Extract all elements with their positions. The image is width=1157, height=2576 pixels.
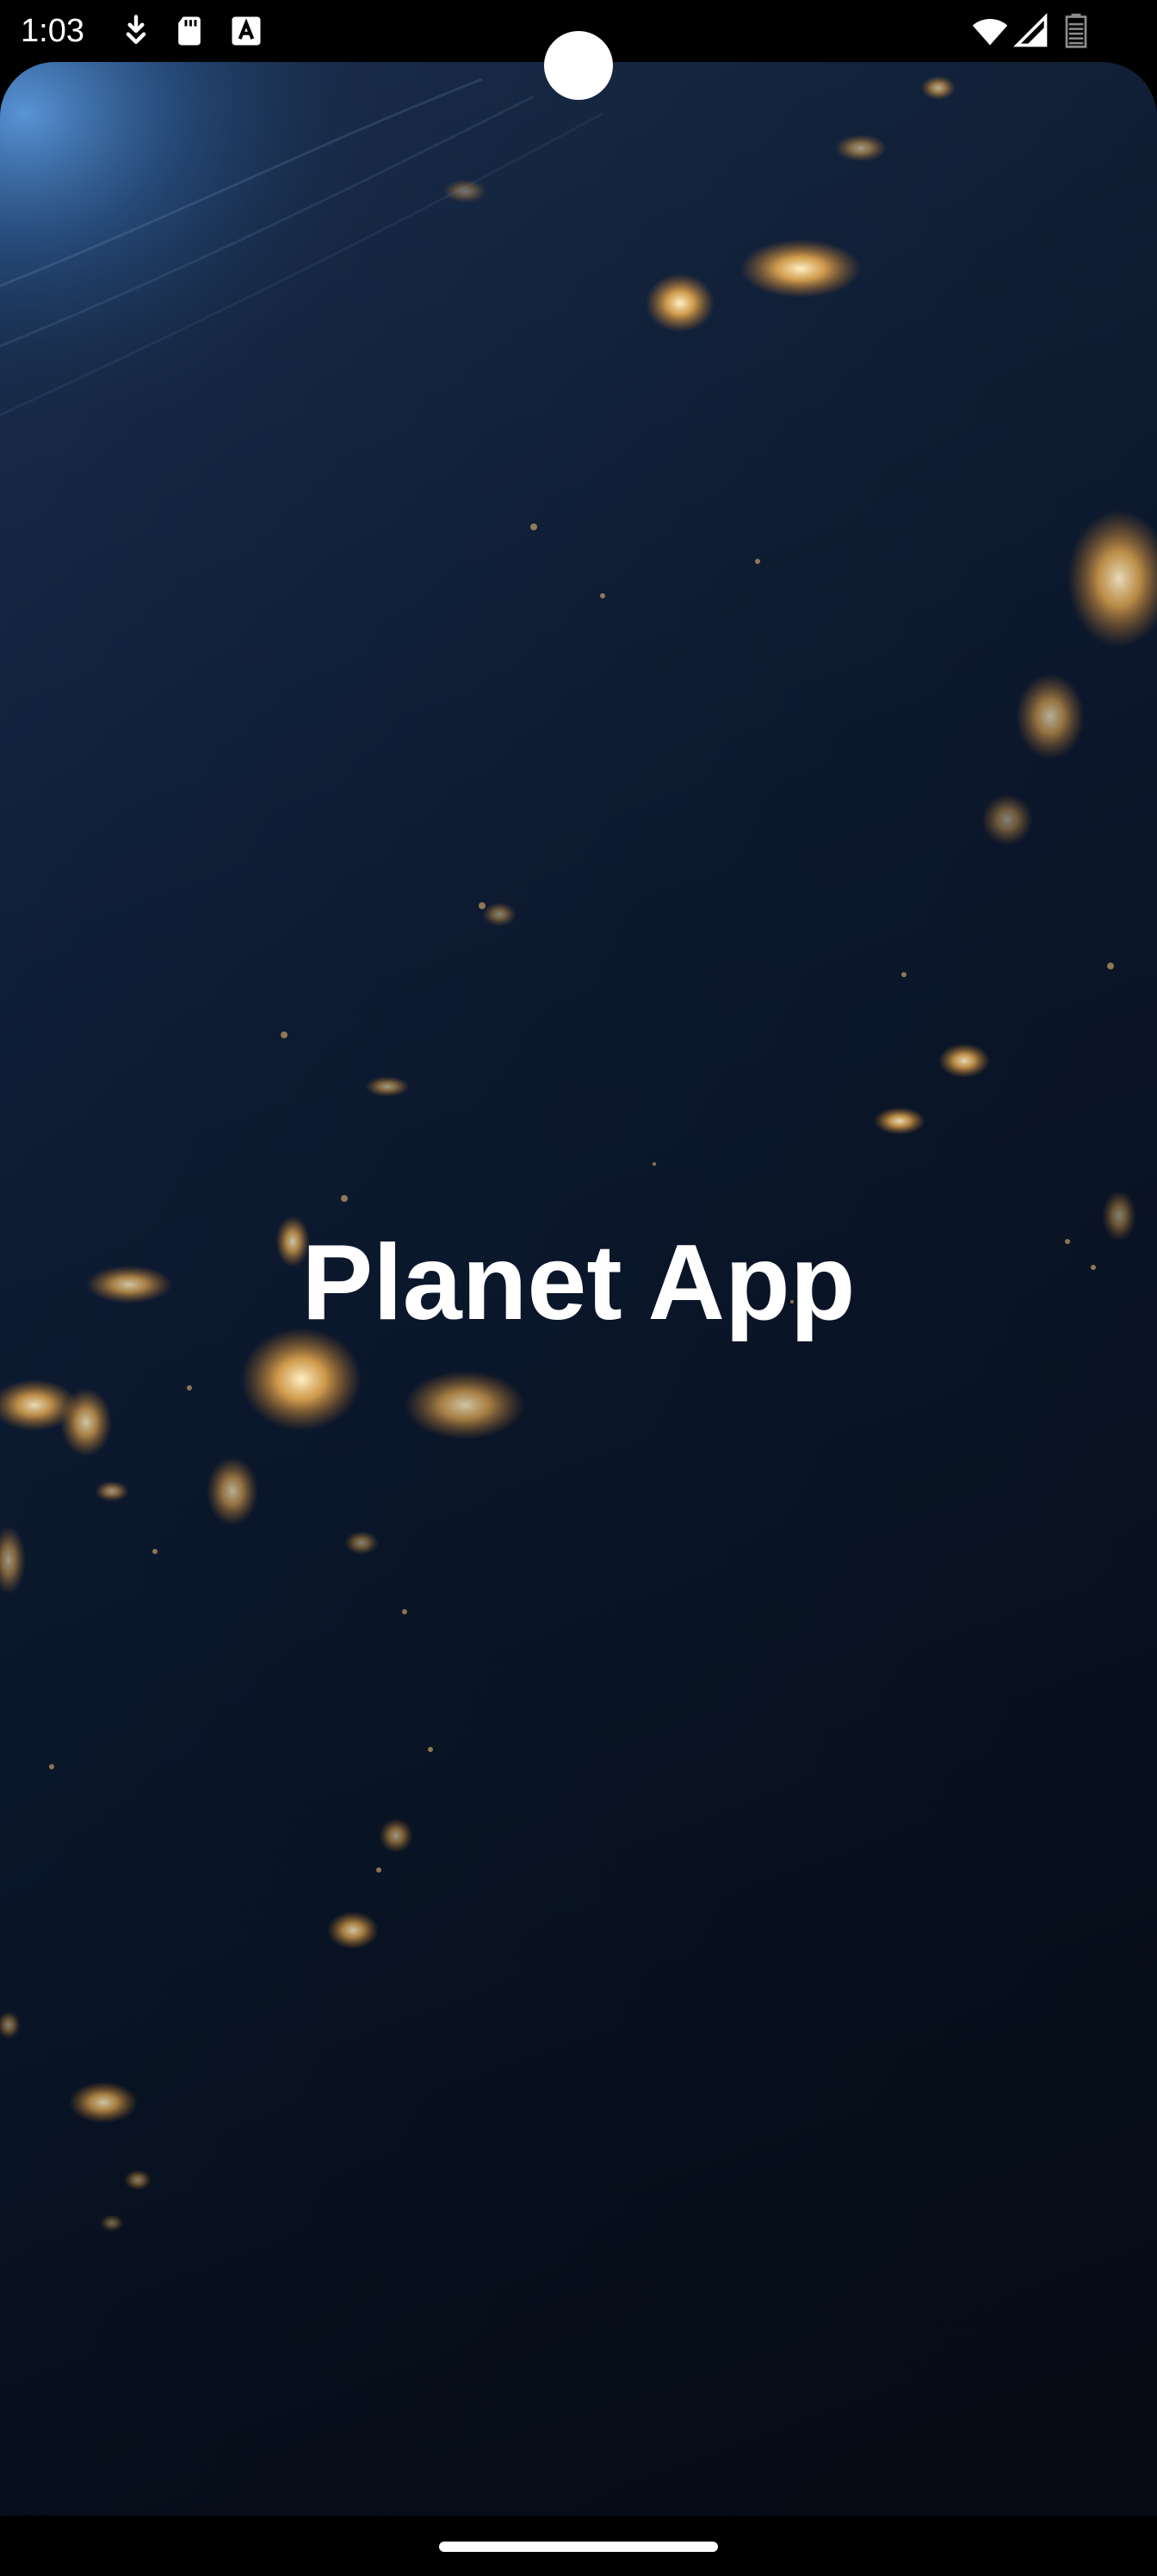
front-camera-cutout bbox=[544, 31, 613, 100]
sd-card-icon bbox=[170, 12, 208, 50]
earth-background-image: Planet App bbox=[0, 62, 1157, 2516]
wifi-icon bbox=[971, 12, 1009, 50]
download-icon bbox=[117, 12, 155, 50]
splash-screen: 1:03 Planet App bbox=[0, 0, 1157, 2576]
navigation-bar bbox=[0, 2516, 1157, 2576]
cellular-signal-icon bbox=[1012, 12, 1050, 50]
battery-icon bbox=[1062, 12, 1090, 50]
status-time: 1:03 bbox=[21, 13, 84, 49]
app-title: Planet App bbox=[301, 1223, 856, 1342]
home-gesture-handle[interactable] bbox=[439, 2542, 718, 2552]
text-a-icon bbox=[227, 12, 265, 50]
